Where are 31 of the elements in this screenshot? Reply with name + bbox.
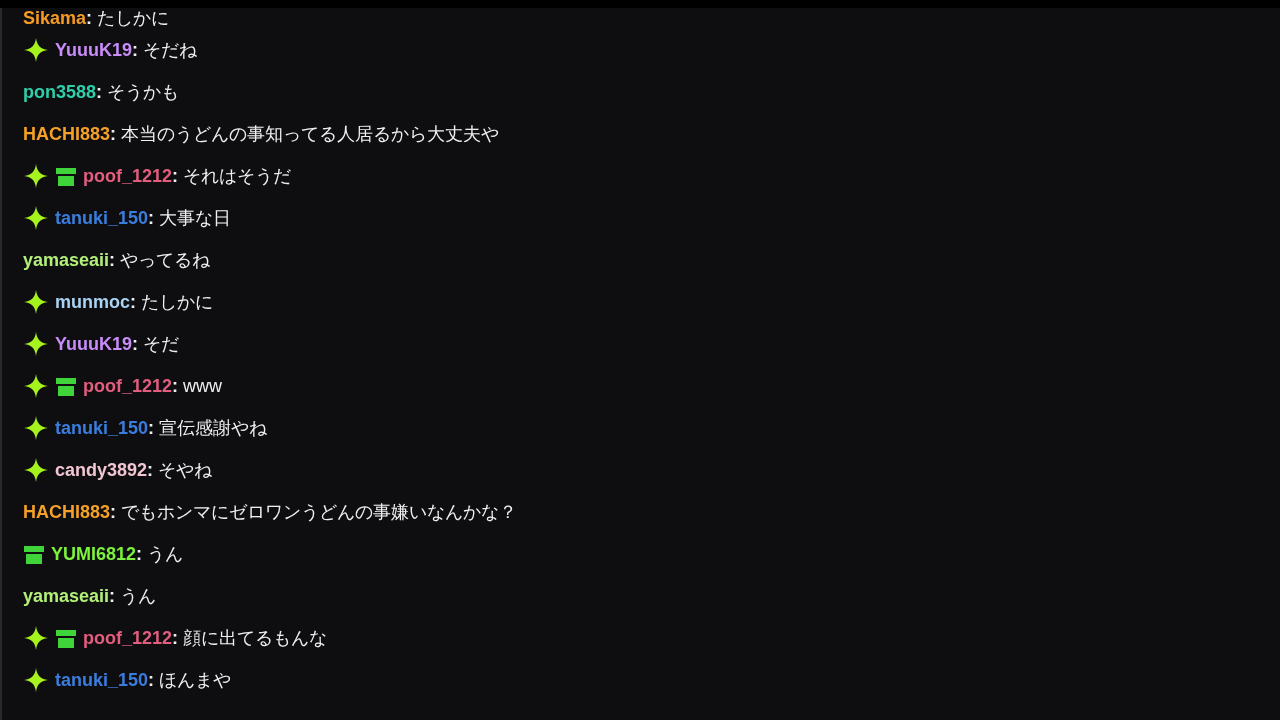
chat-message: poof_1212: それはそうだ bbox=[83, 164, 292, 188]
chat-message: poof_1212: www bbox=[83, 374, 223, 398]
sparkle-icon bbox=[23, 37, 49, 63]
sparkle-icon bbox=[23, 289, 49, 315]
sparkle-icon bbox=[23, 457, 49, 483]
chat-message: YUMI6812: うん bbox=[51, 542, 184, 566]
gift-icon bbox=[55, 375, 77, 397]
chat-message: HACHI883: 本当のうどんの事知ってる人居るから大丈夫や bbox=[23, 122, 500, 146]
gift-icon bbox=[55, 165, 77, 187]
chat-message: Sikama: たしかに bbox=[23, 7, 170, 30]
chat-message: poof_1212: 顔に出てるもんな bbox=[83, 626, 328, 650]
chat-message: munmoc: たしかに bbox=[55, 290, 214, 314]
chat-message: HACHI883: でもホンマにゼロワンうどんの事嫌いなんかな？ bbox=[23, 500, 518, 524]
chat-message: tanuki_150: 大事な日 bbox=[55, 206, 232, 230]
chat-message: pon3588: そうかも bbox=[23, 80, 180, 104]
sparkle-icon bbox=[23, 331, 49, 357]
chat-message: yamaseaii: やってるね bbox=[23, 248, 211, 272]
sparkle-icon bbox=[23, 625, 49, 651]
sparkle-icon bbox=[23, 205, 49, 231]
gift-icon bbox=[55, 627, 77, 649]
chat-message: YuuuK19: そだ bbox=[55, 332, 180, 356]
chat-message: YuuuK19: そだね bbox=[55, 38, 198, 62]
sparkle-icon bbox=[23, 373, 49, 399]
chat-message: tanuki_150: 宣伝感謝やね bbox=[55, 416, 268, 440]
sparkle-icon bbox=[23, 415, 49, 441]
gift-icon bbox=[23, 543, 45, 565]
sparkle-icon bbox=[23, 163, 49, 189]
chat-message: candy3892: そやね bbox=[55, 458, 213, 482]
sparkle-icon bbox=[23, 667, 49, 693]
chat-message: yamaseaii: うん bbox=[23, 584, 157, 608]
chat-message: tanuki_150: ほんまや bbox=[55, 668, 232, 692]
